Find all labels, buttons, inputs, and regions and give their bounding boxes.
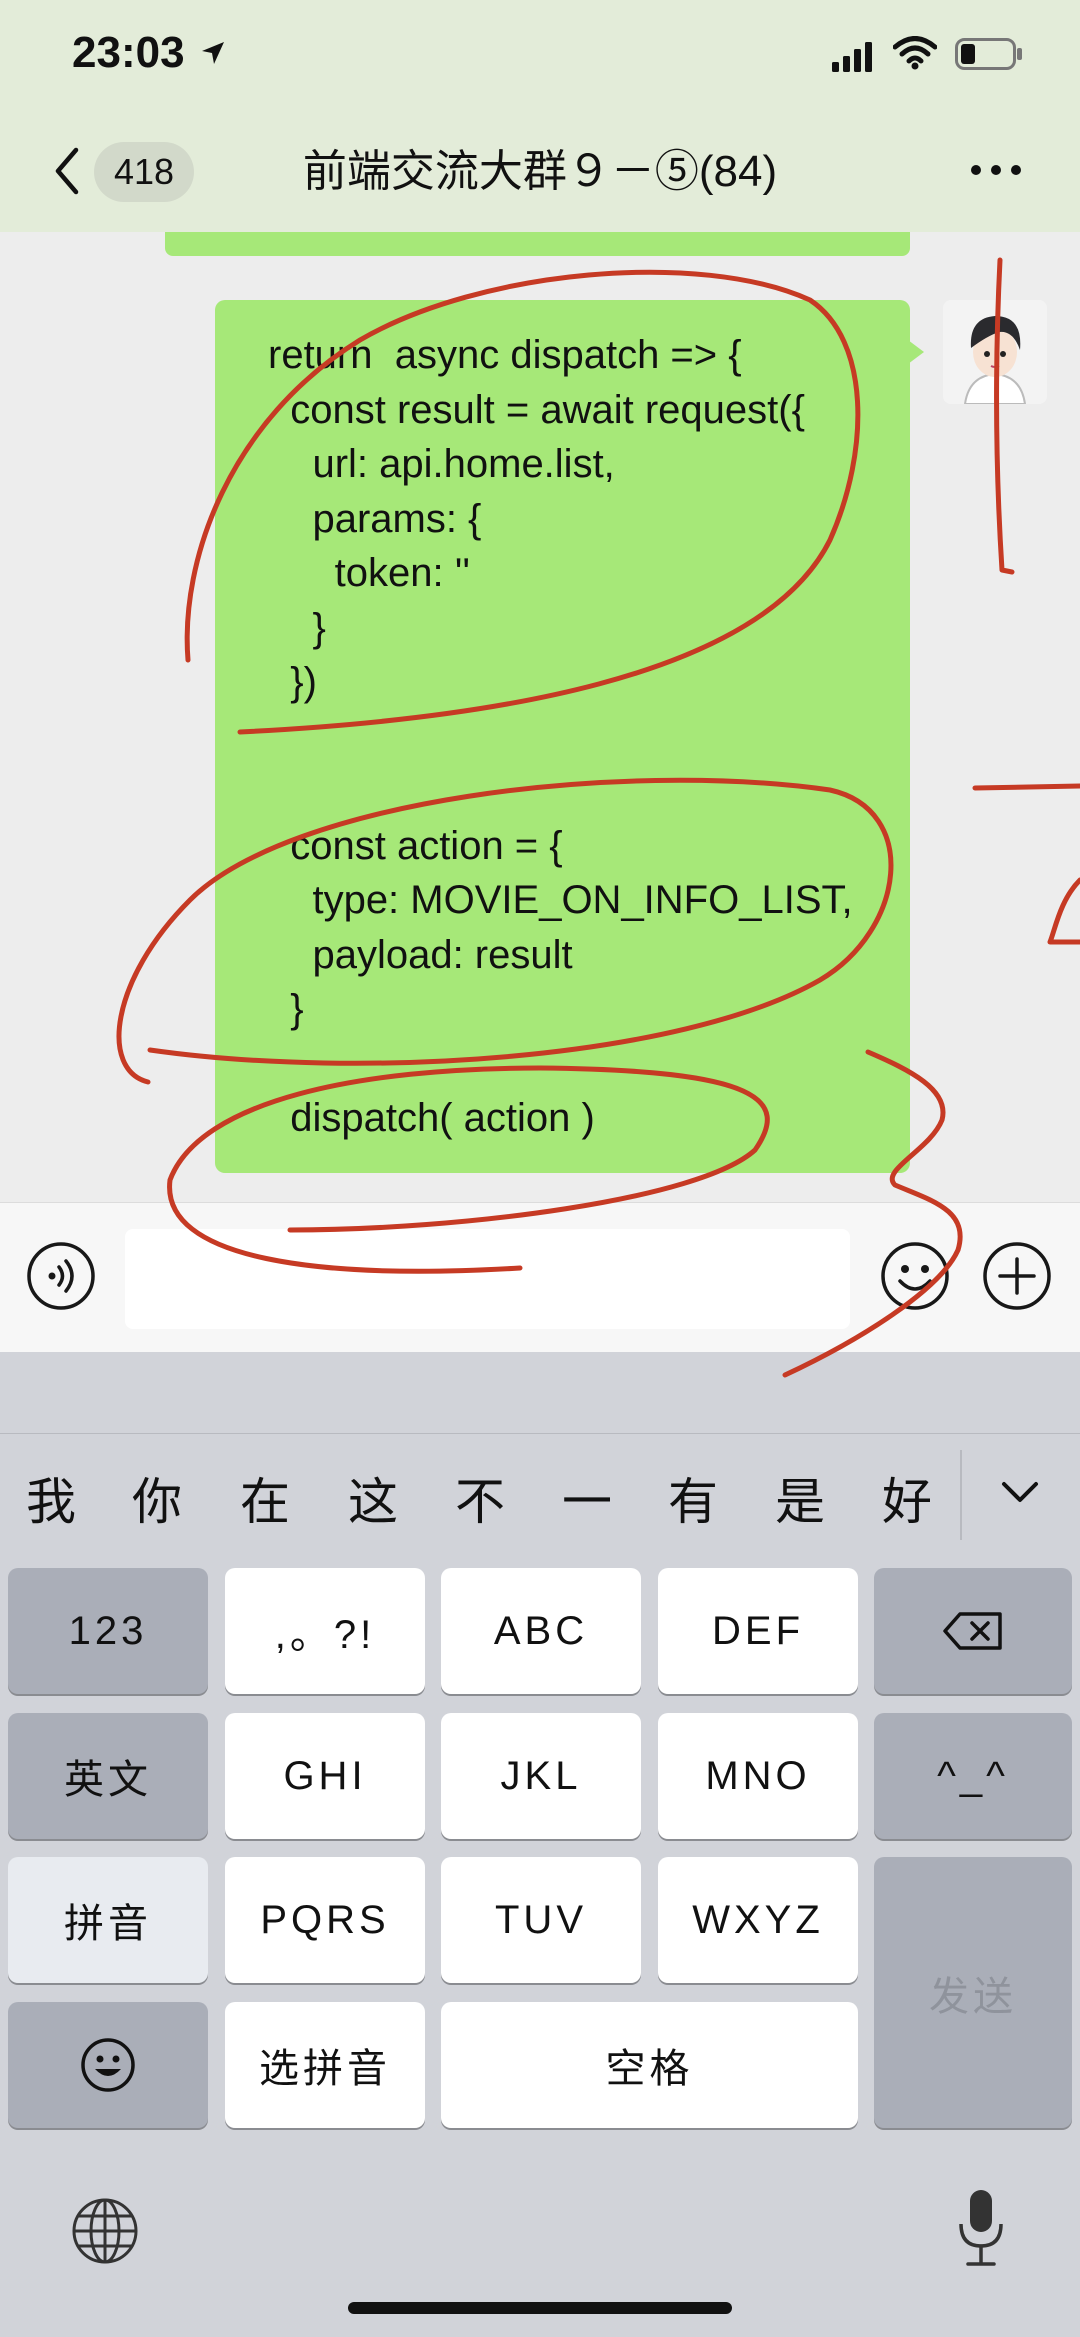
candidate-word[interactable]: 我	[26, 1470, 76, 1534]
key-ghi[interactable]: GHI	[225, 1713, 425, 1839]
key-123[interactable]: 123	[8, 1568, 208, 1694]
message-input[interactable]	[125, 1229, 850, 1329]
key-punctuation[interactable]: ,。?!	[225, 1568, 425, 1694]
plus-icon[interactable]	[982, 1241, 1052, 1311]
status-time: 23:03	[72, 28, 185, 77]
key-pinyin[interactable]: 拼音	[8, 1857, 208, 1983]
key-abc[interactable]: ABC	[441, 1568, 641, 1694]
candidate-word[interactable]: 有	[668, 1470, 718, 1534]
avatar-illustration	[943, 300, 1047, 404]
key-tuv[interactable]: TUV	[441, 1857, 641, 1983]
delete-key[interactable]	[874, 1568, 1072, 1694]
key-jkl[interactable]: JKL	[441, 1713, 641, 1839]
message-text: return async dispatch => { const result …	[268, 333, 853, 1140]
home-indicator	[348, 2302, 732, 2314]
candidate-word[interactable]: 是	[775, 1470, 825, 1534]
emoji-key[interactable]	[8, 2002, 208, 2128]
backspace-icon	[943, 1612, 1002, 1650]
battery-icon	[955, 38, 1022, 70]
candidate-word[interactable]: 不	[455, 1470, 505, 1534]
chevron-down-icon[interactable]	[1000, 1478, 1040, 1508]
avatar[interactable]	[943, 300, 1047, 404]
candidate-word[interactable]: 一	[562, 1470, 612, 1534]
key-def[interactable]: DEF	[658, 1568, 858, 1694]
key-mno[interactable]: MNO	[658, 1713, 858, 1839]
candidate-word[interactable]: 好	[882, 1470, 932, 1534]
key-pqrs[interactable]: PQRS	[225, 1857, 425, 1983]
key-select-pinyin[interactable]: 选拼音	[225, 2002, 425, 2128]
key-emoticon[interactable]: ^_^	[874, 1713, 1072, 1839]
emoji-icon	[81, 2038, 135, 2092]
candidate-separator	[960, 1450, 962, 1540]
unread-count-badge[interactable]: 418	[94, 142, 194, 202]
previous-message-bubble[interactable]	[165, 232, 910, 256]
wifi-icon	[893, 36, 937, 70]
keyboard-divider	[0, 1433, 1080, 1434]
key-wxyz[interactable]: WXYZ	[658, 1857, 858, 1983]
candidate-word[interactable]: 这	[348, 1470, 398, 1534]
emoji-icon[interactable]	[880, 1241, 950, 1311]
microphone-icon[interactable]	[956, 2188, 1006, 2268]
candidate-word[interactable]: 你	[132, 1470, 182, 1534]
chevron-left-icon[interactable]	[52, 146, 82, 196]
signal-icon	[832, 42, 872, 72]
chat-title: 前端交流大群９－⑤(84)	[302, 147, 778, 196]
key-english[interactable]: 英文	[8, 1713, 208, 1839]
globe-icon[interactable]	[70, 2196, 140, 2266]
voice-icon[interactable]	[26, 1241, 96, 1311]
location-arrow-icon	[202, 42, 224, 64]
candidate-word[interactable]: 在	[240, 1470, 290, 1534]
more-dots-icon[interactable]	[968, 160, 1024, 180]
send-key[interactable]: 发送	[874, 1857, 1072, 2128]
bubble-tail	[908, 340, 924, 364]
space-key[interactable]: 空格	[441, 2002, 858, 2128]
